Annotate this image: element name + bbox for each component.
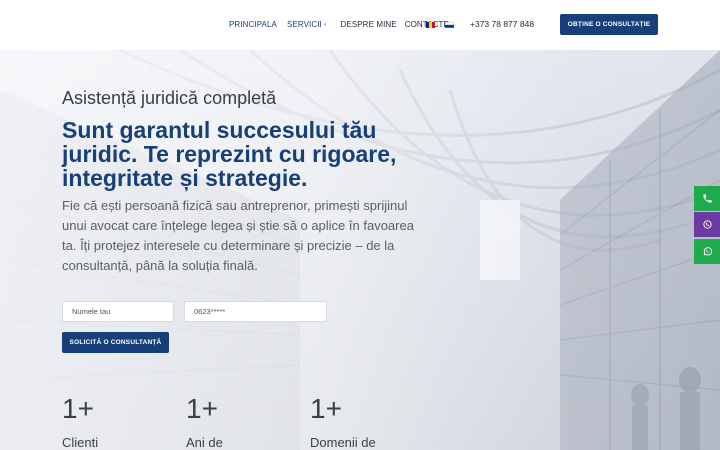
stat-label: Ani de xyxy=(186,435,223,450)
russian-flag-icon[interactable] xyxy=(445,22,454,28)
call-button[interactable] xyxy=(694,186,720,211)
hero-lead: Fie că ești persoană fizică sau antrepre… xyxy=(62,198,414,273)
viber-button[interactable] xyxy=(694,212,720,237)
hero-headline: Sunt garantul succesului tău juridic. Te… xyxy=(62,117,397,191)
header-phone[interactable]: +373 78 877 848 xyxy=(470,19,534,29)
stat-value: 1+ xyxy=(310,393,342,424)
nav-principala[interactable]: PRINCIPALA xyxy=(229,20,277,29)
whatsapp-button[interactable] xyxy=(694,239,720,264)
romanian-flag-icon[interactable] xyxy=(426,22,435,28)
phone-input[interactable]: 0623***** xyxy=(184,301,327,322)
viber-icon xyxy=(702,220,712,229)
whatsapp-icon xyxy=(703,247,712,256)
nav-servicii-label: SERVICII xyxy=(286,20,322,29)
stat-label: Domenii de xyxy=(310,435,376,450)
chevron-down-icon: ▾ xyxy=(323,21,327,28)
stat-value: 1+ xyxy=(186,393,218,424)
name-input[interactable]: Numele tau xyxy=(62,301,174,322)
nav-despre-mine[interactable]: DESPRE MINE xyxy=(341,20,397,29)
hero-section: Asistență juridică completă Sunt garantu… xyxy=(0,50,720,450)
language-switcher xyxy=(426,22,454,28)
nav-servicii[interactable]: SERVICII ▾ xyxy=(287,20,327,29)
phone-icon xyxy=(702,194,712,203)
request-consultation-button[interactable]: SOLICITĂ O CONSULTANȚĂ xyxy=(62,332,169,353)
site-header: PRINCIPALA SERVICII▾ DESPRE MINE CONTACT… xyxy=(0,0,720,50)
stat-domains: 1+ Domenii de xyxy=(310,392,376,450)
hero-kicker: Asistență juridică completă xyxy=(62,88,277,108)
stat-value: 1+ xyxy=(62,393,94,424)
stat-years: 1+ Ani de xyxy=(186,392,223,450)
main-nav: PRINCIPALA SERVICII▾ DESPRE MINE CONTACT… xyxy=(229,20,449,29)
stat-clients: 1+ Clienti xyxy=(62,392,98,450)
stat-label: Clienti xyxy=(62,435,99,450)
get-consultation-button[interactable]: OBȚINE O CONSULTAȚIE xyxy=(560,14,658,35)
